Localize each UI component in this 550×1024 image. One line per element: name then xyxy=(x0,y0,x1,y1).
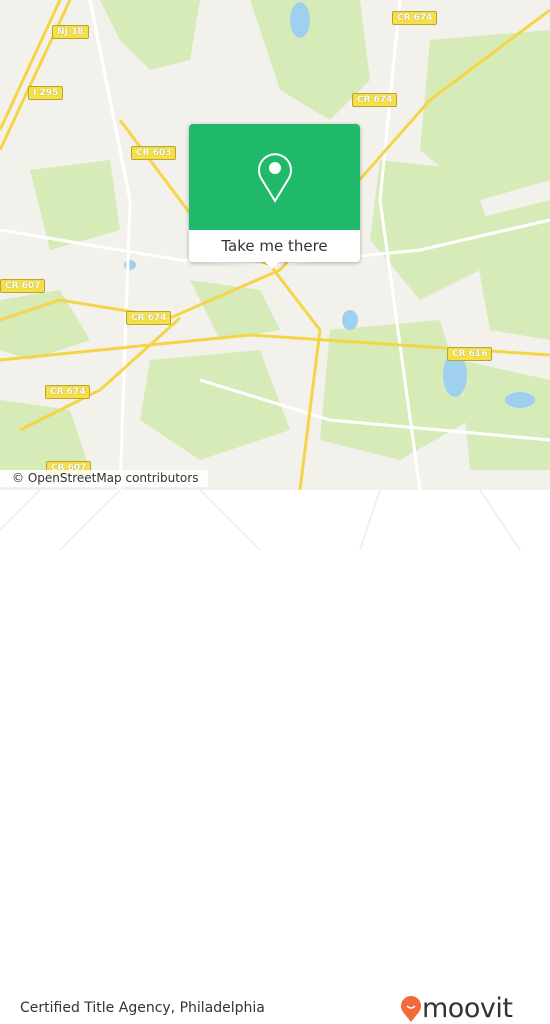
moovit-pin-icon xyxy=(401,995,421,1022)
place-name: Certified Title Agency, Philadelphia xyxy=(20,1000,265,1016)
road-label: CR 674 xyxy=(392,11,438,25)
road-label: CR 607 xyxy=(0,279,46,293)
footer: Certified Title Agency, Philadelphia moo… xyxy=(0,490,550,1024)
popup-pointer xyxy=(264,261,280,269)
location-popup: Take me there xyxy=(189,124,360,262)
map-pin-icon xyxy=(257,153,292,203)
moovit-logo[interactable]: moovit xyxy=(400,993,513,1024)
map[interactable]: NJ 38 CR 674 I 295 CR 674 CR 603 CR 607 … xyxy=(0,0,550,490)
footer-pattern xyxy=(0,490,521,550)
road-label: CR 674 xyxy=(352,93,398,107)
brand-name: moovit xyxy=(422,993,513,1024)
attribution[interactable]: © OpenStreetMap contributors xyxy=(0,470,209,487)
road-label: CR 674 xyxy=(45,385,91,399)
road-label: CR 603 xyxy=(131,146,177,160)
road-label: CR 674 xyxy=(126,311,172,325)
road-label: CR 616 xyxy=(447,347,493,361)
popup-header xyxy=(189,124,360,230)
take-me-there-button[interactable]: Take me there xyxy=(189,230,360,262)
road-label: NJ 38 xyxy=(52,25,89,39)
road-label: I 295 xyxy=(28,86,64,100)
